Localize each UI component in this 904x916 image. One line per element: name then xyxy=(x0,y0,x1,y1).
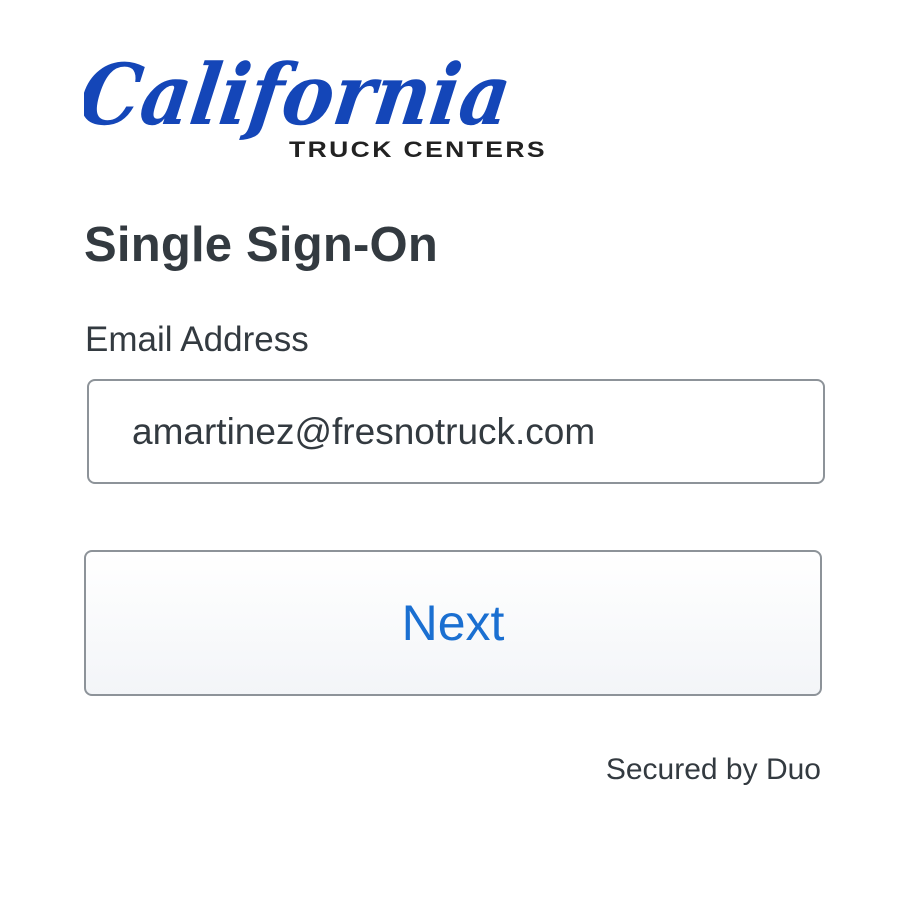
california-truck-centers-logo: California TRUCK CENTERS xyxy=(84,45,547,162)
logo-sub-text: TRUCK CENTERS xyxy=(289,137,547,162)
email-label: Email Address xyxy=(85,320,309,359)
logo-script-text: California xyxy=(84,45,517,144)
page-title: Single Sign-On xyxy=(84,218,438,272)
company-logo: California TRUCK CENTERS xyxy=(84,40,554,175)
secured-by-duo-text: Secured by Duo xyxy=(605,753,821,786)
next-button[interactable]: Next xyxy=(84,550,822,696)
email-input[interactable] xyxy=(87,379,825,484)
